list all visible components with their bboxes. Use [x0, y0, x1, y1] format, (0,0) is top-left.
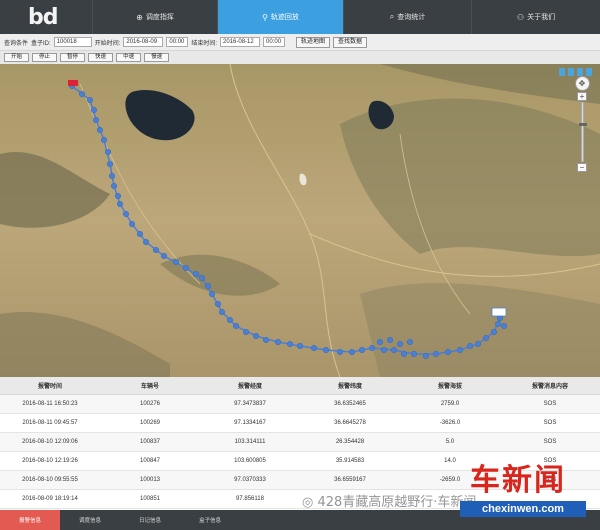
tab-dispatch-info[interactable]: 调度信息 — [60, 510, 120, 530]
tab-dispatch[interactable]: ⊕ 调度指挥 — [92, 0, 217, 34]
table-cell: 103.600805 — [234, 458, 266, 464]
wechat-icon: ◎ — [302, 495, 314, 510]
table-cell: 36.6645278 — [334, 420, 366, 426]
table-cell: 100851 — [139, 496, 161, 502]
map-overlay-button-1[interactable] — [559, 68, 565, 76]
table-cell: 5.0 — [445, 439, 455, 445]
table-cell: 97.0370333 — [234, 477, 266, 483]
end-marker — [491, 307, 507, 317]
table-cell: 100013 — [139, 477, 161, 483]
logo-text: bd — [28, 4, 58, 30]
tab-about[interactable]: ⚇ 关于我们 — [471, 0, 600, 34]
table-cell: 36.6352465 — [334, 401, 366, 407]
site-watermark-cn: 车新闻 — [470, 463, 566, 498]
zoom-slider-thumb[interactable] — [578, 123, 587, 126]
end-time-input[interactable]: 00:00 — [263, 37, 286, 47]
table-cell: 100837 — [139, 439, 161, 445]
site-watermark-logo: 车新闻 chexinwen.com — [460, 455, 600, 530]
table-cell: 2016-08-10 09:55:55 — [22, 477, 78, 483]
map-overlay-button-4[interactable] — [586, 68, 592, 76]
table-cell: SOS — [543, 401, 557, 407]
table-cell: 2016-08-10 12:19:26 — [22, 458, 78, 464]
map-overlay-button-3[interactable] — [577, 68, 583, 76]
fast-speed-button[interactable]: 快速 — [88, 53, 114, 62]
query-bar: 查询条件 盒子ID: 100018 开始时间: 2016-08-09 00:00… — [0, 34, 600, 51]
site-watermark-en: chexinwen.com — [460, 501, 586, 517]
table-cell: 103.314111 — [234, 439, 266, 445]
pause-button[interactable]: 暂停 — [60, 53, 86, 62]
column-header-longitude: 报警经度 — [237, 384, 262, 390]
map-terrain — [0, 64, 600, 377]
tab-query-stats[interactable]: ⌕ 查询统计 — [343, 0, 471, 34]
tab-track-playback-label: 轨迹回放 — [270, 14, 299, 21]
tab-alarm-info[interactable]: 报警信息 — [0, 510, 60, 530]
globe-icon: ⊕ — [136, 12, 143, 22]
table-cell: 2016-08-11 09:45:57 — [22, 420, 78, 426]
table-cell: SOS — [543, 420, 557, 426]
column-header-vehicle-no: 车辆号 — [140, 384, 159, 390]
map-overlay-button-2[interactable] — [568, 68, 574, 76]
person-icon: ⚇ — [516, 12, 525, 22]
top-navigation: bd ⊕ 调度指挥 ⚲ 轨迹回放 ⌕ 查询统计 ⚇ 关于我们 — [0, 0, 600, 34]
table-cell: 26.354428 — [335, 439, 365, 445]
tab-log-info[interactable]: 日记信息 — [120, 510, 180, 530]
table-cell: 2016-08-09 18:19:14 — [22, 496, 78, 502]
wechat-watermark: ◎ 428青藏高原越野行·车新闻 — [302, 491, 476, 510]
table-cell: 100847 — [139, 458, 161, 464]
wechat-watermark-text: 428青藏高原越野行·车新闻 — [317, 495, 477, 510]
satellite-map[interactable]: ✥ + − — [0, 64, 600, 377]
table-cell: -3626.0 — [439, 420, 461, 426]
table-cell: 100276 — [139, 401, 161, 407]
table-cell: 2759.0 — [440, 401, 460, 407]
table-cell: 97.3473837 — [234, 401, 266, 407]
start-time-label: 开始时间: — [94, 40, 121, 47]
end-time-label: 结束时间: — [191, 40, 218, 47]
table-cell: 97.856118 — [236, 496, 264, 502]
table-cell: SOS — [543, 439, 557, 445]
map-zoom-control: ✥ + − — [574, 76, 590, 172]
start-marker — [68, 80, 78, 86]
tab-track-playback[interactable]: ⚲ 轨迹回放 — [217, 0, 343, 34]
table-cell: 36.6559167 — [334, 477, 366, 483]
view-track-button[interactable]: 轨迹地图 — [296, 36, 331, 48]
box-id-input[interactable]: 100018 — [53, 37, 92, 47]
query-group-label: 查询条件 — [4, 40, 29, 47]
column-header-latitude: 报警纬度 — [337, 384, 362, 390]
find-data-button[interactable]: 查找数据 — [333, 36, 368, 48]
table-cell: 2016-08-10 12:09:06 — [22, 439, 78, 445]
tab-dispatch-label: 调度指挥 — [145, 14, 174, 21]
table-row[interactable]: 2016-08-10 12:09:06 100837 103.314111 26.35… — [0, 433, 600, 452]
column-header-alarm-time: 报警时间 — [37, 384, 62, 390]
column-header-altitude: 报警海拔 — [437, 384, 462, 390]
start-date-input[interactable]: 2016-08-09 — [123, 37, 164, 47]
start-time-input[interactable]: 00:00 — [166, 37, 189, 47]
tab-about-label: 关于我们 — [527, 14, 556, 21]
app-logo[interactable]: bd — [0, 0, 92, 34]
location-pin-icon: ⚲ — [262, 12, 268, 22]
table-cell: 2016-08-11 16:50:23 — [22, 401, 78, 407]
medium-speed-button[interactable]: 中速 — [116, 53, 142, 62]
pan-control-icon[interactable]: ✥ — [574, 76, 590, 91]
table-cell: 35.914583 — [335, 458, 365, 464]
column-header-message: 报警消息内容 — [531, 384, 568, 390]
table-row[interactable]: 2016-08-11 16:50:23 100276 97.3473837 36.63… — [0, 395, 600, 414]
table-cell: 100269 — [139, 420, 161, 426]
start-button[interactable]: 开始 — [4, 53, 30, 62]
tab-query-stats-label: 查询统计 — [397, 14, 426, 21]
search-icon: ⌕ — [389, 12, 395, 21]
map-overlay-buttons — [559, 68, 592, 76]
slow-speed-button[interactable]: 慢速 — [144, 53, 170, 62]
table-header: 报警时间 车辆号 报警经度 报警纬度 报警海拔 报警消息内容 — [0, 377, 600, 395]
table-cell: 97.1334167 — [234, 420, 266, 426]
zoom-in-button[interactable]: + — [577, 92, 587, 101]
box-id-label: 盒子ID: — [31, 40, 51, 47]
zoom-slider-track[interactable] — [578, 102, 587, 162]
zoom-out-button[interactable]: − — [577, 163, 587, 172]
table-row[interactable]: 2016-08-11 09:45:57 100269 97.1334167 36.66… — [0, 414, 600, 433]
stop-button[interactable]: 停止 — [32, 53, 58, 62]
playback-controls: 开始 停止 暂停 快速 中速 慢速 — [0, 51, 600, 64]
tab-box-info[interactable]: 盒子信息 — [180, 510, 240, 530]
end-date-input[interactable]: 2016-08-12 — [220, 37, 261, 47]
